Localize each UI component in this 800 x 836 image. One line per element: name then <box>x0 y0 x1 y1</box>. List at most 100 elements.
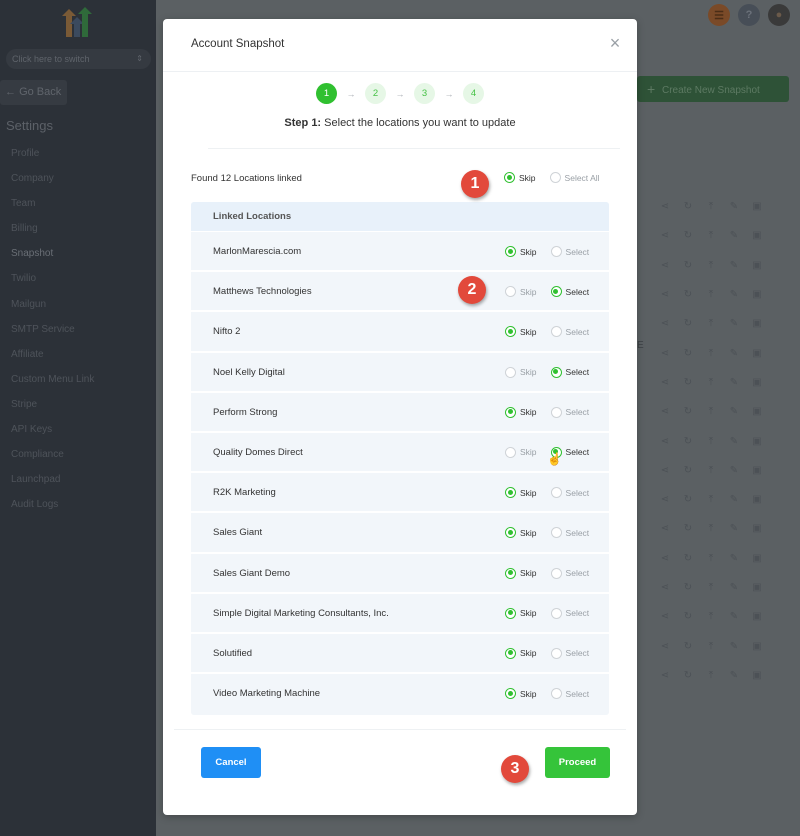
skip-radio[interactable]: Skip <box>505 567 537 579</box>
refresh-icon[interactable]: ↻ <box>683 611 693 622</box>
delete-icon[interactable]: ▣ <box>752 348 762 359</box>
share-icon[interactable]: ⋖ <box>660 670 670 681</box>
share-icon[interactable]: ⋖ <box>660 201 670 212</box>
refresh-icon[interactable]: ↻ <box>683 553 693 564</box>
share-icon[interactable]: ⋖ <box>660 377 670 388</box>
refresh-icon[interactable]: ↻ <box>683 201 693 212</box>
upload-icon[interactable]: ⤒ <box>706 670 716 681</box>
edit-icon[interactable]: ✎ <box>729 406 739 417</box>
skip-radio[interactable]: Skip <box>505 286 537 298</box>
sidebar-item-profile[interactable]: Profile <box>11 148 94 173</box>
delete-icon[interactable]: ▣ <box>752 494 762 505</box>
sidebar-item-billing[interactable]: Billing <box>11 223 94 248</box>
delete-icon[interactable]: ▣ <box>752 641 762 652</box>
delete-icon[interactable]: ▣ <box>752 201 762 212</box>
select-radio[interactable]: Select <box>550 647 589 659</box>
skip-radio[interactable]: Skip <box>505 366 537 378</box>
sidebar-item-snapshot[interactable]: Snapshot <box>11 248 94 273</box>
refresh-icon[interactable]: ↻ <box>683 406 693 417</box>
share-icon[interactable]: ⋖ <box>660 611 670 622</box>
share-icon[interactable]: ⋖ <box>660 260 670 271</box>
edit-icon[interactable]: ✎ <box>729 436 739 447</box>
refresh-icon[interactable]: ↻ <box>683 582 693 593</box>
sidebar-item-team[interactable]: Team <box>11 198 94 223</box>
refresh-icon[interactable]: ↻ <box>683 348 693 359</box>
skip-radio[interactable]: Skip <box>505 527 537 539</box>
edit-icon[interactable]: ✎ <box>729 289 739 300</box>
share-icon[interactable]: ⋖ <box>660 318 670 329</box>
upload-icon[interactable]: ⤒ <box>706 553 716 564</box>
upload-icon[interactable]: ⤒ <box>706 436 716 447</box>
select-radio[interactable]: Select <box>550 527 589 539</box>
edit-icon[interactable]: ✎ <box>729 494 739 505</box>
select-all-radio[interactable]: Select All <box>549 172 600 183</box>
create-new-snapshot-button[interactable]: + Create New Snapshot <box>637 76 789 102</box>
share-icon[interactable]: ⋖ <box>660 494 670 505</box>
sidebar-item-api-keys[interactable]: API Keys <box>11 424 94 449</box>
close-icon[interactable]: × <box>607 34 623 52</box>
edit-icon[interactable]: ✎ <box>729 230 739 241</box>
share-icon[interactable]: ⋖ <box>660 553 670 564</box>
skip-radio[interactable]: Skip <box>505 487 537 499</box>
upload-icon[interactable]: ⤒ <box>706 230 716 241</box>
refresh-icon[interactable]: ↻ <box>683 436 693 447</box>
share-icon[interactable]: ⋖ <box>660 641 670 652</box>
refresh-icon[interactable]: ↻ <box>683 318 693 329</box>
refresh-icon[interactable]: ↻ <box>683 377 693 388</box>
upload-icon[interactable]: ⤒ <box>706 641 716 652</box>
share-icon[interactable]: ⋖ <box>660 523 670 534</box>
account-switcher[interactable]: Click here to switch ⇕ <box>6 49 151 69</box>
upload-icon[interactable]: ⤒ <box>706 611 716 622</box>
select-radio[interactable]: Select <box>550 366 589 378</box>
refresh-icon[interactable]: ↻ <box>683 670 693 681</box>
select-radio[interactable]: Select <box>550 487 589 499</box>
delete-icon[interactable]: ▣ <box>752 260 762 271</box>
upload-icon[interactable]: ⤒ <box>706 494 716 505</box>
select-radio[interactable]: Select <box>550 246 589 257</box>
sidebar-item-mailgun[interactable]: Mailgun <box>11 299 94 324</box>
edit-icon[interactable]: ✎ <box>729 641 739 652</box>
sidebar-item-twilio[interactable]: Twilio <box>11 273 94 298</box>
select-radio[interactable]: Select <box>550 688 589 700</box>
edit-icon[interactable]: ✎ <box>729 523 739 534</box>
upload-icon[interactable]: ⤒ <box>706 318 716 329</box>
upload-icon[interactable]: ⤒ <box>706 377 716 388</box>
share-icon[interactable]: ⋖ <box>660 436 670 447</box>
share-icon[interactable]: ⋖ <box>660 406 670 417</box>
edit-icon[interactable]: ✎ <box>729 465 739 476</box>
select-radio[interactable]: Select <box>550 567 589 579</box>
delete-icon[interactable]: ▣ <box>752 318 762 329</box>
delete-icon[interactable]: ▣ <box>752 553 762 564</box>
select-radio[interactable]: Select <box>550 406 589 418</box>
sidebar-item-stripe[interactable]: Stripe <box>11 399 94 424</box>
refresh-icon[interactable]: ↻ <box>683 641 693 652</box>
edit-icon[interactable]: ✎ <box>729 582 739 593</box>
sidebar-item-launchpad[interactable]: Launchpad <box>11 474 94 499</box>
delete-icon[interactable]: ▣ <box>752 611 762 622</box>
refresh-icon[interactable]: ↻ <box>683 289 693 300</box>
sidebar-item-affiliate[interactable]: Affiliate <box>11 349 94 374</box>
skip-radio[interactable]: Skip <box>505 607 537 619</box>
delete-icon[interactable]: ▣ <box>752 436 762 447</box>
share-icon[interactable]: ⋖ <box>660 582 670 593</box>
delete-icon[interactable]: ▣ <box>752 289 762 300</box>
delete-icon[interactable]: ▣ <box>752 230 762 241</box>
proceed-button[interactable]: Proceed <box>545 747 610 778</box>
select-radio[interactable]: Select <box>550 607 589 619</box>
select-radio[interactable]: Select <box>550 326 589 338</box>
edit-icon[interactable]: ✎ <box>729 670 739 681</box>
delete-icon[interactable]: ▣ <box>752 465 762 476</box>
cancel-button[interactable]: Cancel <box>201 747 261 778</box>
edit-icon[interactable]: ✎ <box>729 611 739 622</box>
refresh-icon[interactable]: ↻ <box>683 523 693 534</box>
upload-icon[interactable]: ⤒ <box>706 406 716 417</box>
delete-icon[interactable]: ▣ <box>752 523 762 534</box>
sidebar-item-company[interactable]: Company <box>11 173 94 198</box>
go-back-button[interactable]: ← Go Back <box>0 80 67 105</box>
sidebar-item-custom-menu-link[interactable]: Custom Menu Link <box>11 374 94 399</box>
skip-radio[interactable]: Skip <box>505 446 537 458</box>
edit-icon[interactable]: ✎ <box>729 201 739 212</box>
edit-icon[interactable]: ✎ <box>729 318 739 329</box>
skip-radio[interactable]: Skip <box>505 406 537 418</box>
skip-radio[interactable]: Skip <box>505 688 537 700</box>
